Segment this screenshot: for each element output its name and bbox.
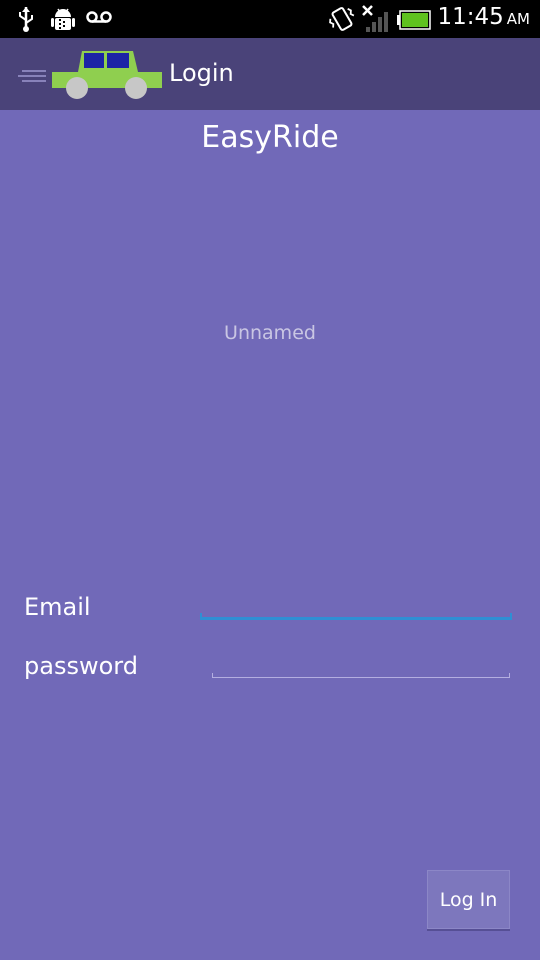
password-field[interactable]: [212, 645, 510, 675]
password-label: password: [24, 652, 138, 680]
email-field[interactable]: [201, 585, 511, 615]
email-label: Email: [24, 593, 91, 621]
image-placeholder-label: Unnamed: [224, 322, 316, 344]
action-bar: Login: [0, 38, 540, 110]
no-signal-icon: [362, 5, 388, 32]
app-title: EasyRide: [201, 120, 339, 155]
car-icon[interactable]: [50, 48, 165, 100]
status-clock: 11:45 AM: [438, 4, 531, 30]
password-field-underline: [212, 673, 510, 678]
login-button[interactable]: Log In: [427, 870, 510, 929]
battery-icon: [397, 10, 431, 30]
voicemail-icon: [86, 11, 112, 23]
action-bar-title: Login: [169, 59, 234, 87]
status-bar: 11:45 AM: [0, 0, 540, 38]
android-debug-icon: [51, 8, 75, 30]
email-field-underline: [200, 613, 512, 620]
usb-icon: [19, 7, 33, 32]
status-time: 11:45: [437, 4, 504, 30]
status-ampm: AM: [506, 10, 530, 28]
drawer-icon[interactable]: [18, 69, 48, 83]
vibrate-icon: [329, 7, 355, 31]
